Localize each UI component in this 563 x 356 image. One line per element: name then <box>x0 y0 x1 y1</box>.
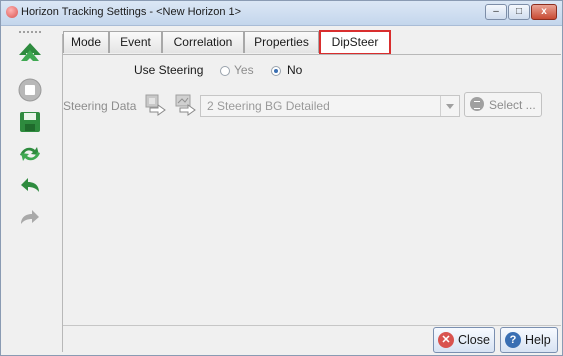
tab-properties[interactable]: Properties <box>244 31 319 53</box>
select-button[interactable]: Select ... <box>464 92 542 117</box>
export-steering-icon[interactable] <box>174 93 198 117</box>
title-bar[interactable]: Horizon Tracking Settings - <New Horizon… <box>1 1 562 26</box>
up-arrow-icon[interactable] <box>17 41 43 67</box>
tab-mode[interactable]: Mode <box>63 31 109 53</box>
settings-window: Horizon Tracking Settings - <New Horizon… <box>0 0 563 356</box>
steering-data-value: 2 Steering BG Detailed <box>207 99 330 113</box>
tab-baseline <box>63 54 561 55</box>
save-icon[interactable] <box>17 109 43 135</box>
help-button[interactable]: ? Help <box>500 327 558 353</box>
help-button-label: Help <box>525 333 551 347</box>
window-title: Horizon Tracking Settings - <New Horizon… <box>21 6 242 18</box>
tab-correlation[interactable]: Correlation <box>162 31 244 53</box>
toolbar-grip[interactable] <box>19 31 41 35</box>
use-steering-no-label[interactable]: No <box>287 63 302 77</box>
undo-icon[interactable] <box>17 173 43 199</box>
maximize-button[interactable]: □ <box>508 4 530 20</box>
steering-data-dropdown[interactable]: 2 Steering BG Detailed <box>200 95 460 117</box>
close-button[interactable]: ✕ Close <box>433 327 495 353</box>
chevron-down-icon[interactable] <box>440 96 459 116</box>
window-close-button[interactable]: x <box>531 4 557 20</box>
toolbar-divider <box>62 34 63 352</box>
use-steering-yes-label[interactable]: Yes <box>234 63 254 77</box>
redo-icon <box>21 210 39 224</box>
use-steering-no-radio[interactable] <box>271 66 281 76</box>
import-steering-icon[interactable] <box>144 93 168 117</box>
select-button-label: Select ... <box>489 98 536 112</box>
minimize-button[interactable]: – <box>485 4 507 20</box>
tab-event[interactable]: Event <box>109 31 162 53</box>
close-button-label: Close <box>458 333 490 347</box>
tab-dipsteer[interactable]: DipSteer <box>319 30 391 55</box>
steering-data-label: Steering Data <box>63 99 137 113</box>
select-list-icon <box>470 97 484 111</box>
transfer-icon[interactable] <box>17 141 43 167</box>
stop-icon[interactable] <box>17 77 43 103</box>
use-steering-label: Use Steering <box>134 63 204 77</box>
app-icon <box>6 6 18 18</box>
close-icon: ✕ <box>438 332 454 348</box>
footer-divider <box>63 325 561 326</box>
help-icon: ? <box>505 332 521 348</box>
left-toolbar <box>7 31 53 345</box>
use-steering-yes-radio[interactable] <box>220 66 230 76</box>
